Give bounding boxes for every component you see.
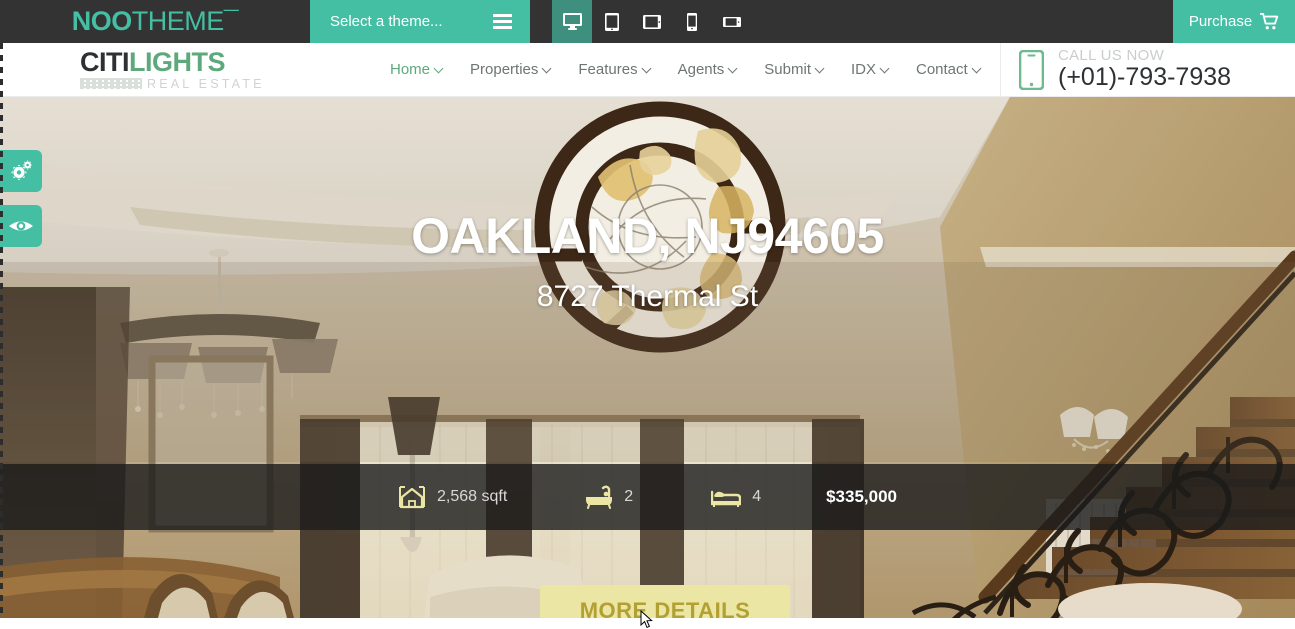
purchase-button-label: Purchase bbox=[1188, 13, 1253, 30]
site-logo[interactable]: CITILIGHTS REAL ESTATE bbox=[80, 46, 380, 91]
stat-price: $335,000 bbox=[826, 487, 897, 507]
nootheme-logo-bar: ¯ bbox=[223, 6, 239, 36]
purchase-button[interactable]: Purchase bbox=[1173, 0, 1295, 43]
tablet-landscape-icon bbox=[643, 14, 661, 29]
gears-icon bbox=[11, 160, 33, 181]
property-stats-bar: 2,568 sqft 2 4 $335,000 bbox=[0, 464, 1295, 530]
call-us-number: (+01)-793-7938 bbox=[1058, 63, 1232, 91]
device-phone-landscape-button[interactable] bbox=[712, 0, 752, 43]
hamburger-icon[interactable] bbox=[493, 14, 512, 29]
eye-icon bbox=[9, 221, 33, 231]
site-logo-lights: LIGHTS bbox=[129, 46, 226, 77]
call-us-text: CALL US NOW (+01)-793-7938 bbox=[1058, 47, 1232, 91]
stat-area-value: 2,568 sqft bbox=[437, 488, 508, 505]
more-details-button[interactable]: MORE DETAILS bbox=[540, 585, 790, 618]
call-us-title: CALL US NOW bbox=[1058, 47, 1165, 64]
chevron-down-icon bbox=[816, 65, 825, 74]
mouse-cursor bbox=[640, 610, 653, 629]
shopping-cart-icon bbox=[1260, 13, 1279, 30]
nootheme-logo[interactable]: NOO THEME ¯ bbox=[0, 0, 310, 43]
site-logo-tagline-row: REAL ESTATE bbox=[80, 77, 380, 91]
preview-toggle-button[interactable] bbox=[0, 205, 42, 247]
tablet-portrait-icon bbox=[605, 12, 619, 31]
theme-selector[interactable]: Select a theme... bbox=[310, 0, 530, 43]
device-tablet-landscape-button[interactable] bbox=[632, 0, 672, 43]
chevron-down-icon bbox=[973, 65, 982, 74]
house-area-icon bbox=[399, 486, 425, 509]
hero-title: OAKLAND, NJ94605 bbox=[411, 208, 884, 264]
hero-slider[interactable]: OAKLAND, NJ94605 8727 Thermal St 2,568 s… bbox=[0, 97, 1295, 618]
nav-item-agents-label: Agents bbox=[677, 61, 725, 78]
theme-selector-label: Select a theme... bbox=[330, 13, 443, 30]
stat-bedrooms-value: 4 bbox=[752, 488, 762, 505]
call-us-block[interactable]: CALL US NOW (+01)-793-7938 bbox=[1000, 43, 1295, 97]
hero-caption: OAKLAND, NJ94605 8727 Thermal St bbox=[0, 207, 1295, 315]
nav-item-features-label: Features bbox=[578, 61, 638, 78]
nav-item-home[interactable]: Home bbox=[390, 61, 444, 78]
site-logo-tagline: REAL ESTATE bbox=[147, 76, 265, 91]
nav-item-idx[interactable]: IDX bbox=[851, 61, 890, 78]
chevron-down-icon bbox=[543, 65, 552, 74]
preview-frame-edge bbox=[0, 43, 3, 618]
bed-icon bbox=[711, 490, 742, 507]
theme-options-button[interactable] bbox=[0, 150, 42, 192]
desktop-icon bbox=[562, 13, 582, 30]
mobile-phone-icon bbox=[1019, 50, 1044, 90]
nav-item-properties-label: Properties bbox=[470, 61, 539, 78]
chevron-down-icon bbox=[435, 65, 444, 74]
site-header: CITILIGHTS REAL ESTATE Home Properties F… bbox=[0, 43, 1295, 97]
device-tablet-portrait-button[interactable] bbox=[592, 0, 632, 43]
stat-bathrooms: 2 bbox=[585, 485, 633, 509]
chevron-down-icon bbox=[881, 65, 890, 74]
chevron-down-icon bbox=[729, 65, 738, 74]
stat-area: 2,568 sqft bbox=[398, 484, 507, 510]
admin-topbar: NOO THEME ¯ Select a theme... Purchase bbox=[0, 0, 1295, 43]
nav-item-submit-label: Submit bbox=[764, 61, 811, 78]
logo-grid-pattern-icon bbox=[80, 78, 142, 89]
bathtub-icon bbox=[586, 485, 613, 509]
nav-item-agents[interactable]: Agents bbox=[678, 61, 739, 78]
device-preview-switcher bbox=[552, 0, 752, 43]
property-stats-inner: 2,568 sqft 2 4 $335,000 bbox=[398, 484, 897, 510]
nav-item-contact[interactable]: Contact bbox=[916, 61, 982, 78]
device-phone-portrait-button[interactable] bbox=[672, 0, 712, 43]
site-logo-name: CITILIGHTS bbox=[80, 46, 380, 77]
stat-price-value: $335,000 bbox=[826, 487, 897, 506]
device-desktop-button[interactable] bbox=[552, 0, 592, 43]
site-logo-citi: CITI bbox=[80, 46, 130, 77]
nav-item-idx-label: IDX bbox=[850, 61, 876, 78]
chevron-down-icon bbox=[643, 65, 652, 74]
phone-landscape-icon bbox=[723, 16, 741, 27]
phone-portrait-icon bbox=[687, 12, 697, 31]
nootheme-logo-theme: THEME bbox=[131, 6, 225, 36]
nav-item-features[interactable]: Features bbox=[578, 61, 651, 78]
nav-item-contact-label: Contact bbox=[916, 61, 968, 78]
stat-bedrooms: 4 bbox=[711, 486, 761, 508]
nav-item-submit[interactable]: Submit bbox=[764, 61, 825, 78]
stat-bathrooms-value: 2 bbox=[624, 488, 634, 505]
hero-subtitle: 8727 Thermal St bbox=[536, 280, 759, 313]
nav-item-properties[interactable]: Properties bbox=[470, 61, 552, 78]
nootheme-logo-noo: NOO bbox=[71, 6, 133, 36]
nav-item-home-label: Home bbox=[390, 61, 431, 78]
main-navigation: Home Properties Features Agents Submit I… bbox=[390, 61, 982, 78]
